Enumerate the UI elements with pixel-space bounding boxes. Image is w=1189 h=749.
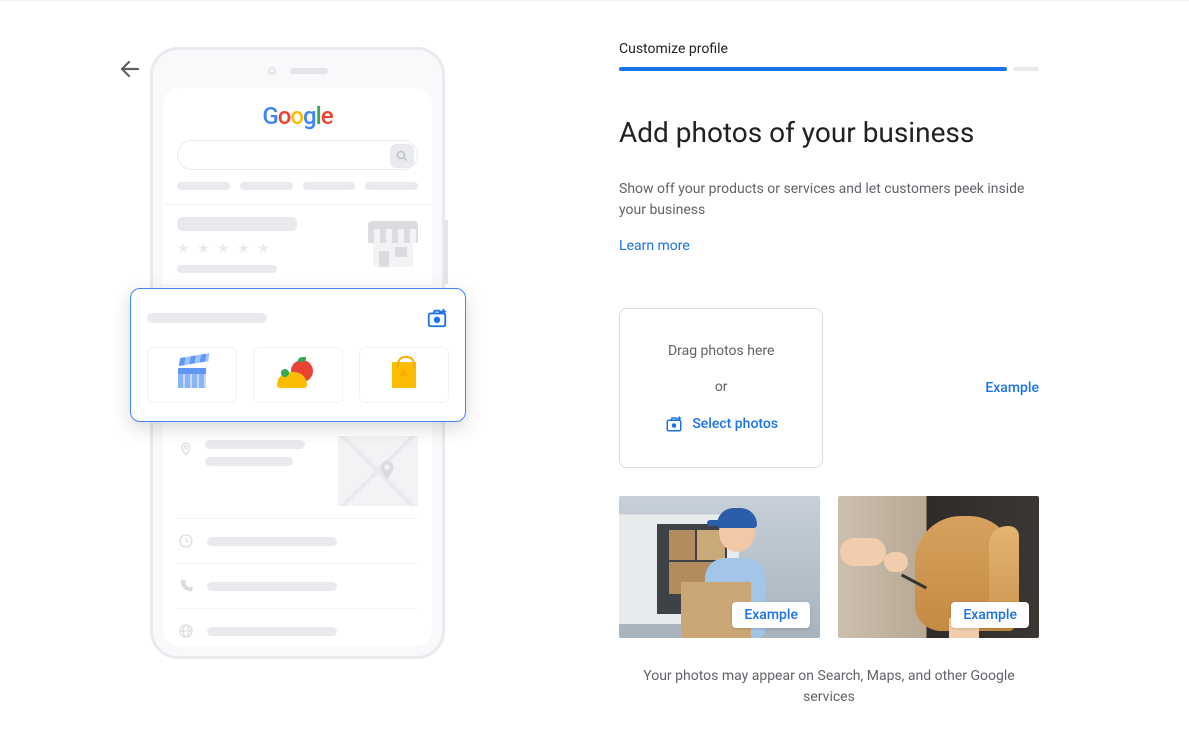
arrow-left-icon	[118, 57, 142, 81]
pin-icon	[177, 440, 195, 458]
example-link[interactable]: Example	[985, 380, 1039, 396]
illustration-panel: Google ★ ★ ★ ★ ★	[0, 1, 595, 749]
dropzone-or-text: or	[715, 379, 728, 395]
phone-icon	[177, 578, 195, 594]
step-label: Customize profile	[619, 41, 1039, 57]
add-photo-icon	[425, 307, 449, 329]
shopping-bag-icon	[392, 362, 416, 388]
storefront-icon	[368, 221, 418, 271]
example-badge: Example	[732, 602, 810, 628]
search-bar-mockup	[177, 140, 418, 170]
search-icon	[390, 144, 414, 168]
stars-icon: ★ ★ ★ ★ ★	[177, 241, 358, 257]
example-photo-delivery: Example	[619, 496, 820, 638]
food-icon	[277, 360, 319, 390]
example-badge: Example	[951, 602, 1029, 628]
footer-note: Your photos may appear on Search, Maps, …	[619, 666, 1039, 708]
select-photos-button[interactable]: Select photos	[664, 415, 778, 433]
progress-bar	[619, 67, 1039, 71]
photo-tile-entertainment	[147, 347, 237, 403]
photo-tile-shopping	[359, 347, 449, 403]
learn-more-link[interactable]: Learn more	[619, 238, 690, 254]
description-text: Show off your products or services and l…	[619, 179, 1039, 221]
clock-icon	[177, 533, 195, 549]
globe-icon	[177, 623, 195, 639]
page-title: Add photos of your business	[619, 115, 1039, 151]
example-photo-salon: Example	[838, 496, 1039, 638]
photos-highlight-card	[130, 288, 466, 422]
dropzone[interactable]: Drag photos here or Select photos	[619, 308, 823, 468]
photo-tile-food	[253, 347, 343, 403]
map-thumbnail	[338, 436, 418, 506]
back-button[interactable]	[114, 53, 146, 85]
dropzone-drag-text: Drag photos here	[668, 343, 774, 359]
google-logo: Google	[163, 88, 432, 130]
clapperboard-icon	[178, 362, 206, 388]
content-panel: Customize profile Add photos of your bus…	[595, 1, 1075, 749]
add-photo-icon	[664, 415, 684, 433]
